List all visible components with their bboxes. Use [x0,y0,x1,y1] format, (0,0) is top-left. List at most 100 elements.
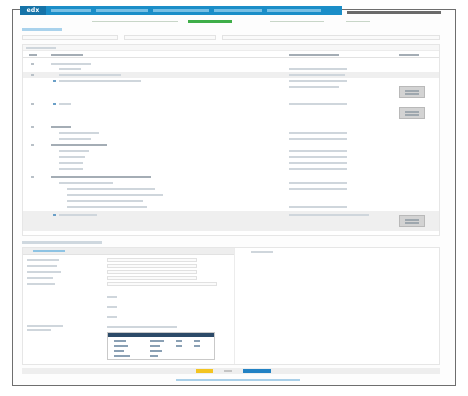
back-button[interactable] [196,369,213,373]
preview-header [108,333,214,337]
row-action-button[interactable] [399,107,425,119]
row-title [67,206,147,208]
row-title [67,200,143,202]
row-type [289,74,345,76]
form-field[interactable] [107,258,197,262]
button-label [405,90,419,92]
row-action-button[interactable] [399,86,425,98]
table-row[interactable] [23,101,439,107]
row-title [67,188,155,190]
row-title [59,68,81,70]
table-row[interactable] [23,187,439,192]
row-title [51,63,91,65]
row-title [51,176,151,178]
form-field[interactable] [107,276,197,280]
table-row[interactable] [23,137,439,142]
column-header-type [289,54,339,56]
table-row[interactable] [23,143,439,148]
page-title [22,28,62,31]
stepper-track-3 [346,21,370,22]
table-row[interactable] [23,193,439,198]
row-title [59,214,97,216]
nav-link-1[interactable] [51,9,91,12]
table-row[interactable] [23,125,439,130]
form-field[interactable] [107,270,197,274]
row-title [67,194,163,196]
next-button[interactable] [243,369,271,373]
nav-link-4[interactable] [214,9,262,12]
form-field[interactable] [107,282,217,286]
row-type [289,156,347,158]
row-title [59,103,71,105]
form-label [107,316,117,318]
table-row-selected[interactable] [23,211,439,231]
table-row[interactable] [23,175,439,180]
row-checkbox[interactable] [53,80,56,82]
form-label [27,329,51,331]
table-row[interactable] [23,161,439,166]
row-type [289,214,369,216]
preview-row [110,345,214,347]
row-title [59,132,99,134]
table-row[interactable] [23,181,439,186]
row-type [289,86,339,88]
user-menu[interactable] [347,11,441,14]
preview-cell [114,350,124,352]
button-label [405,111,419,113]
detail-tab-bar [23,248,234,255]
row-title [59,182,113,184]
table-row[interactable] [23,155,439,160]
row-checkbox[interactable] [53,214,56,216]
nav-link-2[interactable] [96,9,148,12]
row-action-button[interactable] [399,215,425,227]
table-row[interactable] [23,149,439,154]
row-number [31,63,34,65]
preview-row [110,350,214,352]
button-label [405,219,419,221]
table-row[interactable] [23,199,439,204]
row-type [289,138,347,140]
row-type [289,150,347,152]
table-row[interactable] [23,205,439,210]
row-type [289,182,347,184]
preview-cell [150,355,158,357]
row-number [31,74,34,76]
nav-link-5[interactable] [267,9,321,12]
nav-link-3[interactable] [153,9,209,12]
preview-row [110,340,214,342]
row-number [31,176,34,178]
form-field[interactable] [107,264,197,268]
preview-cell [194,340,200,342]
detail-form [23,248,235,364]
column-header-actions [399,54,419,56]
stepper-step-active[interactable] [188,20,232,23]
footer-separator [224,370,232,372]
stepper-track-2 [270,21,324,22]
filter-field-2[interactable] [124,35,216,40]
button-label [405,93,419,95]
filter-field-3[interactable] [222,35,440,40]
row-type [289,68,347,70]
filter-field-1[interactable] [22,35,118,40]
row-title [59,162,83,164]
button-label [405,222,419,224]
row-title [59,80,141,82]
row-title [59,74,121,76]
form-label [27,271,61,273]
row-checkbox[interactable] [53,103,56,105]
row-number [31,144,34,146]
logo[interactable]: edx [20,6,46,15]
section-title [22,241,102,244]
button-label [405,114,419,116]
table-row[interactable] [23,84,439,90]
table-header [23,53,439,58]
tab-active[interactable] [33,250,65,252]
form-label [27,259,59,261]
table-row[interactable] [23,131,439,136]
column-header-name [51,54,83,56]
preview-cell [194,345,200,347]
table-row[interactable] [23,167,439,172]
column-header-select [29,54,37,56]
form-label [27,265,57,267]
row-title [59,156,85,158]
